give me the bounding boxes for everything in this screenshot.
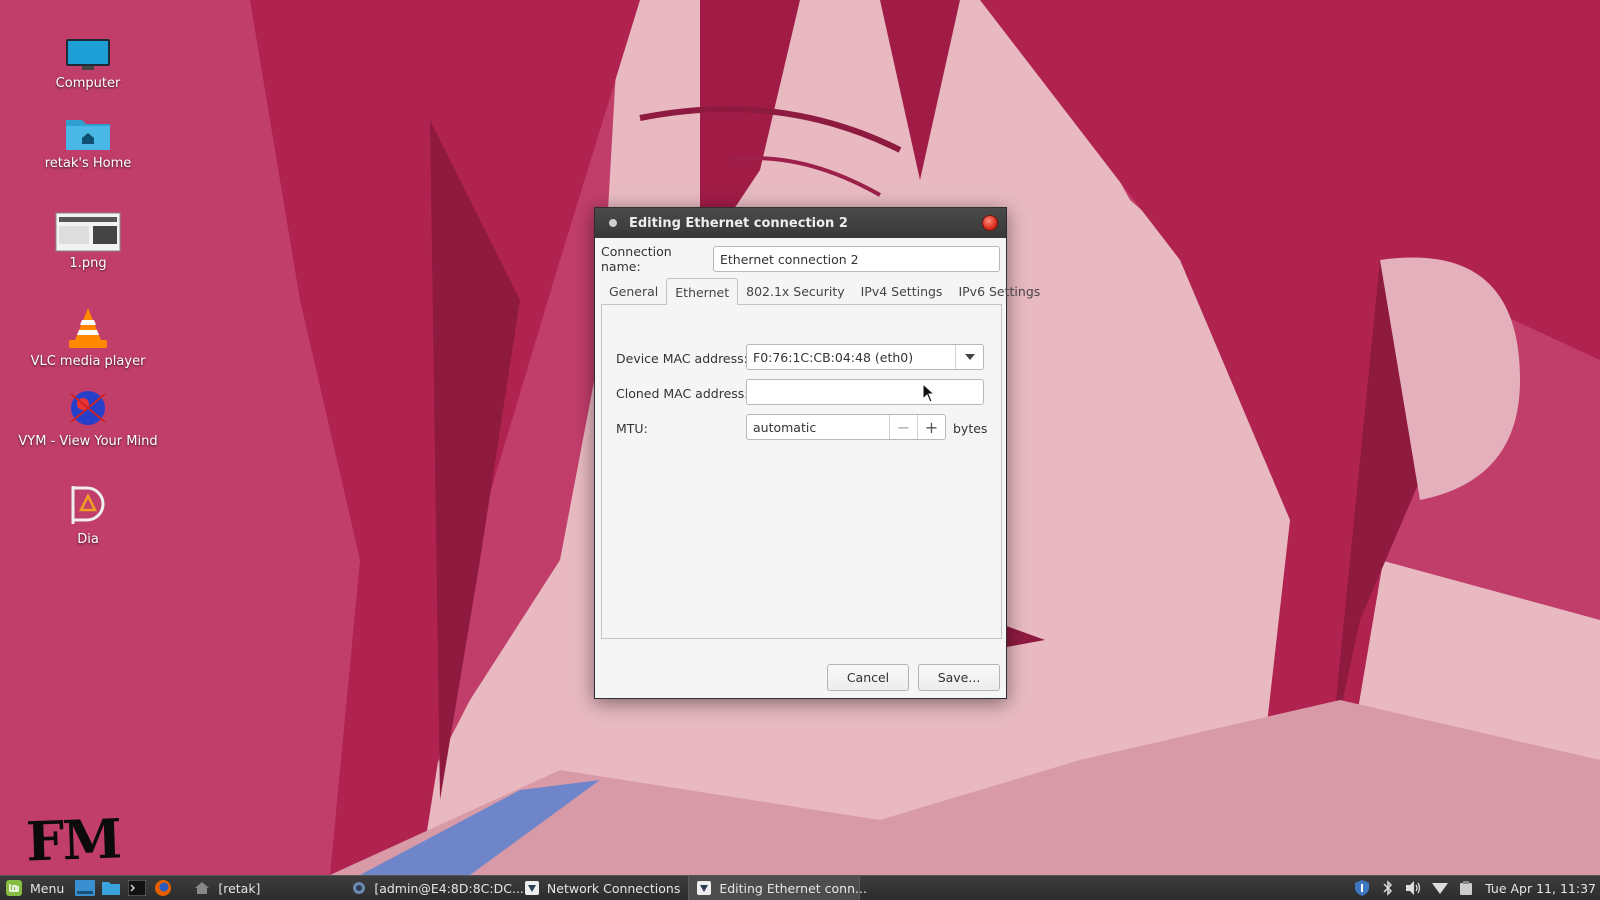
volume-icon[interactable] — [1406, 880, 1422, 896]
ethernet-tab-panel: Device MAC address: F0:76:1C:CB:04:48 (e… — [601, 304, 1002, 639]
mtu-spinbutton[interactable]: automatic − + — [746, 414, 946, 440]
folder-icon — [102, 882, 121, 895]
tab-ipv4-settings[interactable]: IPv4 Settings — [853, 278, 951, 304]
tab-ethernet[interactable]: Ethernet — [666, 278, 739, 305]
window-menu-icon[interactable] — [609, 219, 617, 227]
clock[interactable]: Tue Apr 11, 11:37 — [1485, 881, 1596, 896]
desktop-icon-computer[interactable]: Computer — [13, 24, 163, 91]
taskbar-window-label: [retak] — [218, 880, 261, 896]
taskbar: Menu [retak] [admin@E4:8D:8C:DC... Netwo… — [0, 875, 1600, 900]
mouse-cursor-icon — [922, 383, 936, 403]
taskbar-window-label: Network Connections — [546, 880, 681, 896]
home-folder-icon — [13, 104, 163, 152]
desktop-icon-label: Computer — [55, 76, 121, 91]
mtu-unit-label: bytes — [953, 421, 988, 436]
image-file-icon — [13, 204, 163, 252]
menu-button[interactable]: Menu — [0, 876, 72, 900]
taskbar-window-home[interactable]: [retak] — [186, 876, 344, 900]
fm-logo: FM — [24, 806, 122, 874]
device-mac-value: F0:76:1C:CB:04:48 (eth0) — [753, 349, 914, 365]
network-icon — [524, 880, 539, 896]
tab-8021x-security[interactable]: 802.1x Security — [738, 278, 853, 304]
network-icon — [697, 880, 712, 896]
taskbar-window-winbox[interactable]: [admin@E4:8D:8C:DC... — [344, 876, 524, 900]
tab-general[interactable]: General — [601, 278, 666, 304]
taskbar-window-editing-ethernet[interactable]: Editing Ethernet conn... — [688, 875, 867, 900]
taskbar-window-label: [admin@E4:8D:8C:DC... — [374, 880, 524, 896]
wifi-icon[interactable] — [1432, 880, 1449, 896]
dialog-title: Editing Ethernet connection 2 — [629, 215, 848, 231]
desktop-icon-label: VLC media player — [30, 354, 146, 369]
taskbar-window-label: Editing Ethernet conn... — [719, 880, 867, 896]
dia-icon — [13, 480, 163, 528]
desktop-icon-home[interactable]: retak's Home — [13, 104, 163, 171]
file-manager-launcher[interactable] — [100, 877, 122, 899]
desktop-icon-label: VYM - View Your Mind — [18, 434, 158, 449]
home-icon — [194, 880, 210, 896]
vlc-cone-icon — [13, 302, 163, 350]
cloned-mac-label: Cloned MAC address: — [616, 386, 749, 401]
connection-name-label: Connection name: — [601, 244, 672, 274]
clipboard-icon[interactable] — [1458, 880, 1474, 896]
desktop-icon-vym[interactable]: VYM - View Your Mind — [13, 382, 163, 449]
desktop-icon-label: 1.png — [69, 256, 107, 271]
plus-icon[interactable]: + — [917, 415, 945, 439]
terminal-launcher[interactable] — [126, 877, 148, 899]
desktop-icon — [75, 880, 96, 896]
connection-name-input[interactable]: Ethernet connection 2 — [713, 246, 1000, 272]
desktop-icon-label: retak's Home — [44, 156, 132, 171]
tab-ipv6-settings[interactable]: IPv6 Settings — [950, 278, 1048, 304]
desktop-icon-dia[interactable]: Dia — [13, 480, 163, 547]
show-desktop-launcher[interactable] — [74, 877, 96, 899]
terminal-icon — [128, 880, 147, 896]
winbox-icon — [352, 880, 366, 896]
close-button[interactable] — [982, 215, 998, 231]
chevron-down-icon[interactable] — [955, 345, 983, 369]
bluetooth-icon[interactable] — [1380, 880, 1396, 896]
dialog-titlebar[interactable]: Editing Ethernet connection 2 — [595, 208, 1006, 238]
minus-icon[interactable]: − — [889, 415, 917, 439]
desktop-icon-vlc[interactable]: VLC media player — [13, 302, 163, 369]
mtu-value[interactable]: automatic — [747, 415, 889, 439]
taskbar-window-network-connections[interactable]: Network Connections — [516, 876, 688, 900]
device-mac-combo[interactable]: F0:76:1C:CB:04:48 (eth0) — [746, 344, 984, 370]
desktop-icon-image-file[interactable]: 1.png — [13, 204, 163, 271]
desktop-icon-label: Dia — [77, 532, 99, 547]
cancel-button[interactable]: Cancel — [827, 664, 909, 691]
save-button[interactable]: Save... — [918, 664, 1000, 691]
edit-connection-dialog: Editing Ethernet connection 2 Connection… — [594, 207, 1040, 699]
system-tray: Tue Apr 11, 11:37 — [1349, 876, 1600, 900]
mtu-label: MTU: — [616, 421, 648, 436]
device-mac-label: Device MAC address: — [616, 351, 748, 366]
mint-logo-icon — [6, 880, 22, 896]
vym-icon — [13, 382, 163, 430]
tab-bar: General Ethernet 802.1x Security IPv4 Se… — [601, 278, 1040, 305]
firefox-launcher[interactable] — [152, 877, 174, 899]
shield-icon[interactable] — [1354, 880, 1370, 896]
firefox-icon — [155, 880, 172, 896]
menu-label: Menu — [30, 880, 65, 896]
cloned-mac-input[interactable] — [746, 379, 984, 405]
monitor-icon — [13, 24, 163, 72]
